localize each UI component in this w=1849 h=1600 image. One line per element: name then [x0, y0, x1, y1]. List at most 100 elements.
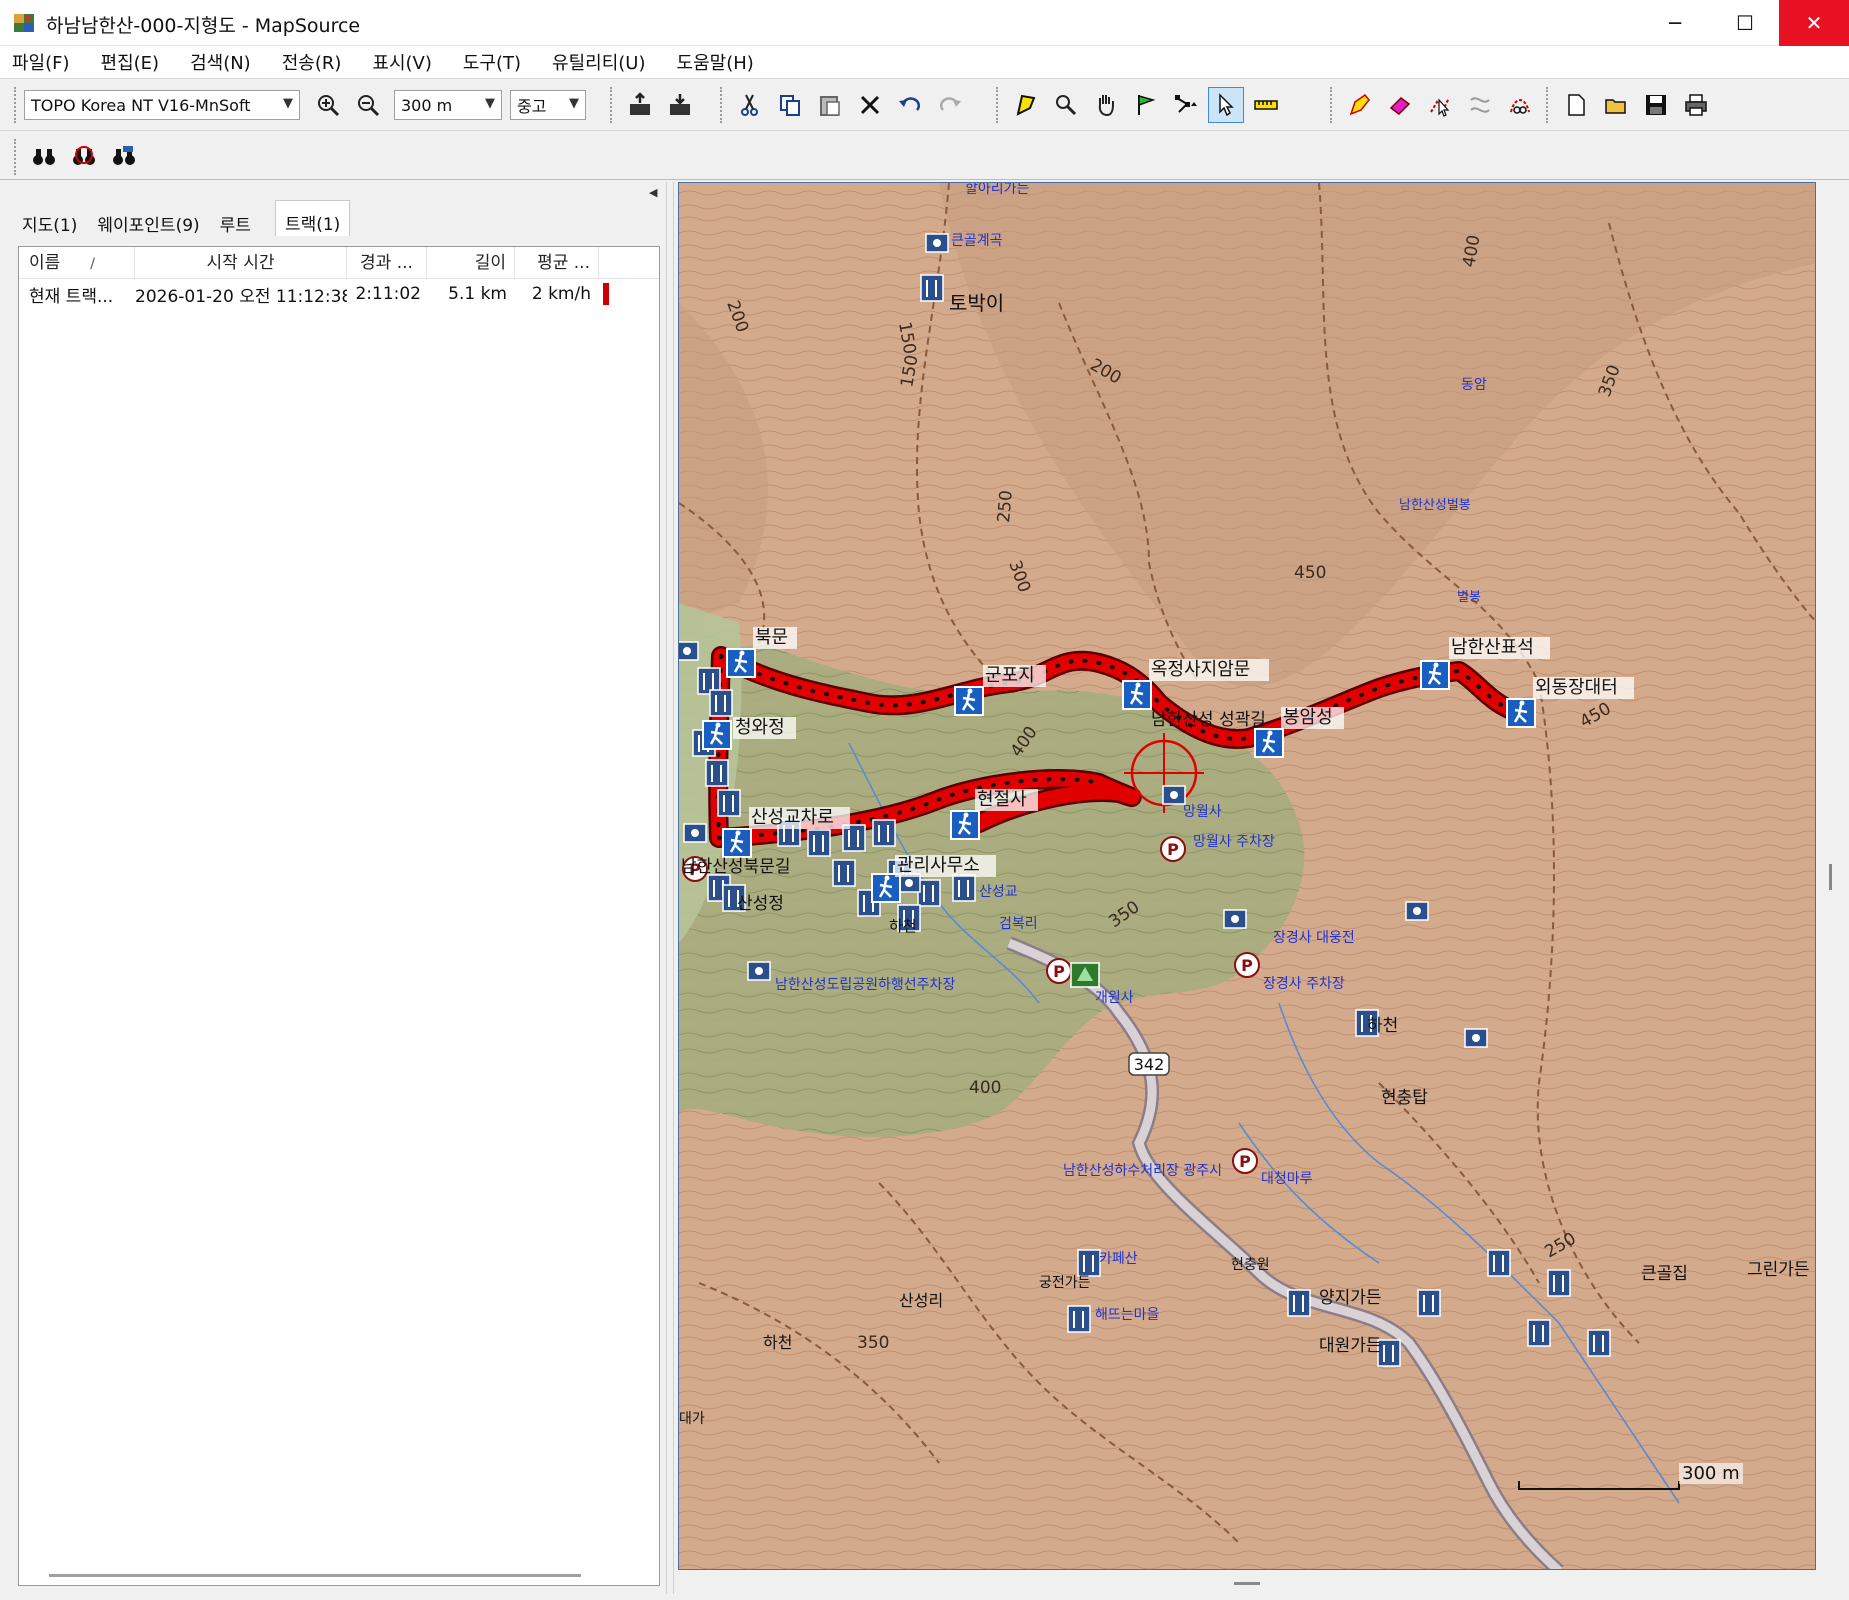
table-row[interactable]: 현재 트랙... 2026-01-20 오전 11:12:38 2:11:02 …	[19, 279, 659, 309]
waypoint-marker[interactable]	[871, 873, 901, 903]
paste-button[interactable]	[812, 87, 848, 123]
eraser-tool-button[interactable]	[1382, 87, 1418, 123]
waypoint-marker[interactable]	[722, 828, 752, 858]
camera-poi[interactable]	[747, 961, 771, 981]
scroll-thumb[interactable]	[1829, 864, 1832, 890]
restaurant-poi[interactable]	[1077, 1249, 1101, 1277]
toolbar-grip[interactable]	[14, 139, 18, 175]
restaurant-poi[interactable]	[807, 829, 831, 857]
save-file-button[interactable]	[1638, 87, 1674, 123]
restaurant-poi[interactable]	[709, 689, 733, 717]
distance-tool-button[interactable]	[1248, 87, 1284, 123]
close-button[interactable]: ✕	[1779, 0, 1849, 46]
waypoint-marker[interactable]	[954, 686, 984, 716]
open-file-button[interactable]	[1598, 87, 1634, 123]
waypoint-marker[interactable]	[1122, 680, 1152, 710]
restaurant-poi[interactable]	[920, 274, 944, 302]
find-button[interactable]	[26, 139, 62, 175]
restaurant-poi[interactable]	[1067, 1305, 1091, 1333]
parking-poi[interactable]: P	[1234, 952, 1260, 978]
list-horizontal-scrollbar[interactable]	[49, 1574, 581, 1577]
zoom-in-button[interactable]	[310, 87, 346, 123]
copy-button[interactable]	[772, 87, 808, 123]
column-start-time-header[interactable]: 시작 시간	[135, 247, 347, 279]
delete-button[interactable]	[852, 87, 888, 123]
waypoint-marker[interactable]	[726, 648, 756, 678]
menu-transfer[interactable]: 전송(R)	[278, 47, 346, 77]
zoom-tool-button[interactable]	[1048, 87, 1084, 123]
scroll-thumb[interactable]	[1234, 1582, 1260, 1585]
column-name-header[interactable]: 이름 /	[19, 247, 135, 279]
find-address-button[interactable]	[106, 139, 142, 175]
camera-poi[interactable]	[683, 823, 707, 843]
tab-tracks[interactable]: 트랙(1)	[274, 200, 351, 236]
camera-poi[interactable]	[679, 641, 699, 661]
panel-splitter[interactable]	[666, 182, 674, 1594]
restaurant-poi[interactable]	[832, 859, 856, 887]
column-avg-speed-header[interactable]: 평균 ...	[515, 247, 599, 279]
pencil-tool-button[interactable]	[1342, 87, 1378, 123]
parking-poi[interactable]: P	[1046, 958, 1072, 984]
parking-poi[interactable]: P	[1232, 1148, 1258, 1174]
memorial-poi[interactable]	[1070, 962, 1100, 988]
waypoint-marker[interactable]	[1506, 698, 1536, 728]
zoom-out-button[interactable]	[350, 87, 386, 123]
camera-poi[interactable]	[1223, 909, 1247, 929]
column-color-header[interactable]	[599, 247, 657, 279]
toolbar-grip[interactable]	[610, 87, 614, 123]
maximize-button[interactable]: ☐	[1710, 0, 1780, 46]
collapse-panel-icon[interactable]: ◀	[649, 186, 665, 202]
restaurant-poi[interactable]	[1527, 1319, 1551, 1347]
route-tool-button[interactable]	[1168, 87, 1204, 123]
map-horizontal-scrollbar[interactable]	[678, 1572, 1816, 1594]
column-length-header[interactable]: 길이	[427, 247, 515, 279]
toolbar-grip[interactable]	[14, 87, 18, 123]
zoom-scale-select[interactable]: 300 m ▼	[394, 90, 502, 120]
tab-waypoints[interactable]: 웨이포인트(9)	[87, 204, 209, 236]
restaurant-poi[interactable]	[1547, 1269, 1571, 1297]
map-product-select[interactable]: TOPO Korea NT V16-MnSoft ▼	[24, 90, 300, 120]
menu-file[interactable]: 파일(F)	[8, 47, 74, 77]
new-file-button[interactable]	[1558, 87, 1594, 123]
track-select-tool-button[interactable]	[1422, 87, 1458, 123]
toolbar-grip[interactable]	[1546, 87, 1550, 123]
divide-track-button[interactable]	[1502, 87, 1538, 123]
toolbar-grip[interactable]	[1330, 87, 1334, 123]
map-vertical-scrollbar[interactable]	[1818, 182, 1844, 1570]
find-places-button[interactable]	[66, 139, 102, 175]
menu-edit[interactable]: 편집(E)	[97, 47, 164, 77]
toolbar-grip[interactable]	[996, 87, 1000, 123]
waypoint-marker[interactable]	[1420, 660, 1450, 690]
camera-poi[interactable]	[1464, 1028, 1488, 1048]
join-tracks-button[interactable]	[1462, 87, 1498, 123]
cut-button[interactable]	[732, 87, 768, 123]
send-to-device-button[interactable]	[662, 87, 698, 123]
toolbar-grip[interactable]	[720, 87, 724, 123]
waypoint-marker[interactable]	[1254, 728, 1284, 758]
restaurant-poi[interactable]	[917, 879, 941, 907]
restaurant-poi[interactable]	[952, 874, 976, 902]
print-button[interactable]	[1678, 87, 1714, 123]
restaurant-poi[interactable]	[1417, 1289, 1441, 1317]
menu-find[interactable]: 검색(N)	[186, 47, 255, 77]
restaurant-poi[interactable]	[705, 759, 729, 787]
hand-tool-button[interactable]	[1088, 87, 1124, 123]
tab-routes[interactable]: 루트	[210, 204, 261, 236]
map-view[interactable]: 342 150 150 200 200 250 300 350 400 450 …	[678, 182, 1816, 1570]
map-tool-button[interactable]	[1008, 87, 1044, 123]
restaurant-poi[interactable]	[1287, 1289, 1311, 1317]
redo-button[interactable]	[932, 87, 968, 123]
detail-level-select[interactable]: 중고 ▼	[510, 90, 586, 120]
waypoint-tool-button[interactable]	[1128, 87, 1164, 123]
topo-map[interactable]: 342 150 150 200 200 250 300 350 400 450 …	[679, 183, 1816, 1570]
minimize-button[interactable]: ─	[1640, 0, 1710, 46]
camera-poi[interactable]	[1405, 901, 1429, 921]
restaurant-poi[interactable]	[717, 789, 741, 817]
restaurant-poi[interactable]	[1587, 1329, 1611, 1357]
waypoint-marker[interactable]	[950, 810, 980, 840]
tab-maps[interactable]: 지도(1)	[12, 204, 87, 236]
menu-tools[interactable]: 도구(T)	[459, 47, 525, 77]
column-elapsed-header[interactable]: 경과 ...	[347, 247, 427, 279]
restaurant-poi[interactable]	[872, 819, 896, 847]
camera-poi[interactable]	[1162, 785, 1186, 805]
